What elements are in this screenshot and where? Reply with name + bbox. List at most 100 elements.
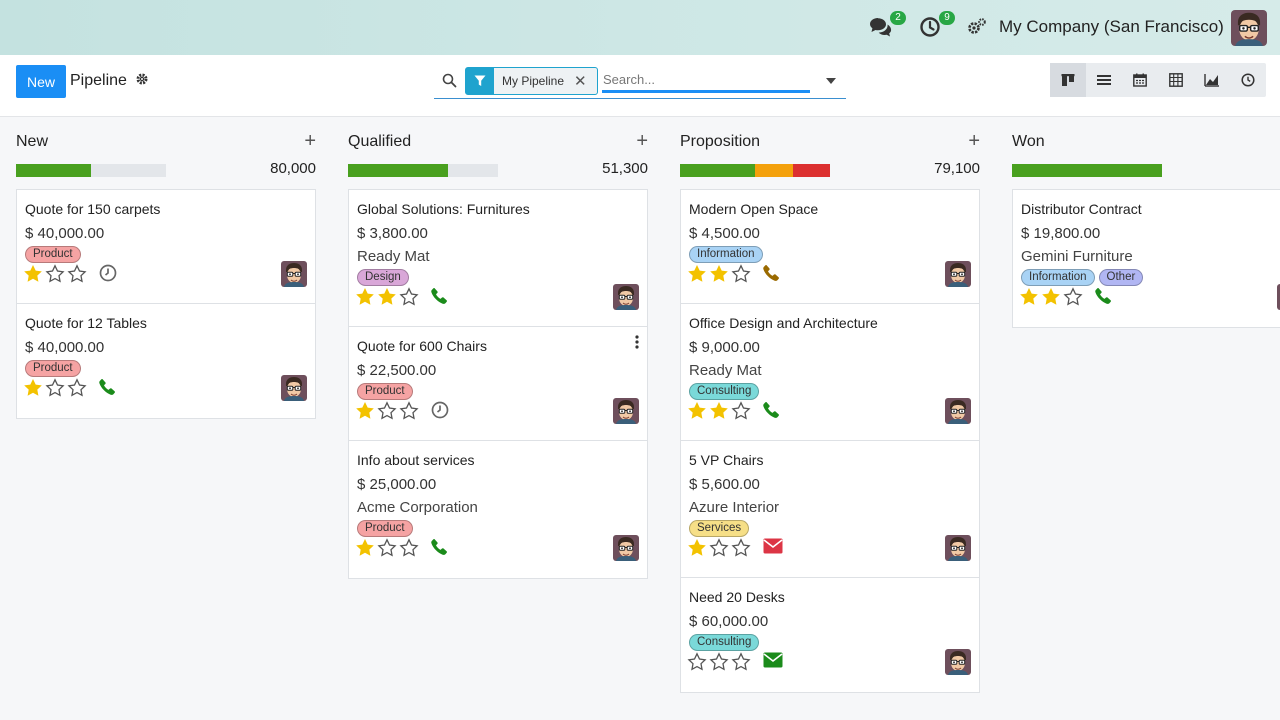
clock-icon[interactable] [99,264,117,282]
progress-segment[interactable] [680,164,755,177]
salesperson-avatar[interactable] [945,261,971,287]
opportunity-card[interactable]: Distributor Contract $ 19,800.00 Gemini Fu… [1013,190,1280,327]
star-empty-icon[interactable] [731,264,751,288]
filter-facet[interactable]: My Pipeline ✕ [465,67,598,95]
phone-icon[interactable] [1095,287,1112,304]
graph-view-icon[interactable] [1194,63,1230,97]
star-empty-icon[interactable] [731,401,751,425]
salesperson-avatar[interactable] [281,375,307,401]
opportunity-card[interactable]: Modern Open Space $ 4,500.00 Information [681,190,979,304]
star-empty-icon[interactable] [709,652,729,676]
star-empty-icon[interactable] [1063,287,1083,311]
salesperson-avatar[interactable] [613,398,639,424]
star-empty-icon[interactable] [45,378,65,402]
messages-count-badge: 2 [890,11,906,25]
column-title[interactable]: Proposition [680,133,760,151]
list-view-icon[interactable] [1086,63,1122,97]
opportunity-card[interactable]: Info about services $ 25,000.00 Acme Corpo… [349,441,647,578]
salesperson-avatar[interactable] [613,535,639,561]
phone-icon[interactable] [431,287,448,304]
star-filled-icon[interactable] [1019,287,1039,311]
phone-icon[interactable] [763,264,780,281]
star-filled-icon[interactable] [709,264,729,288]
switch-company-button[interactable] [964,14,990,40]
star-filled-icon[interactable] [687,264,707,288]
salesperson-avatar[interactable] [945,398,971,424]
pivot-view-icon[interactable] [1158,63,1194,97]
opportunity-card[interactable]: 5 VP Chairs $ 5,600.00 Azure Interior Servi… [681,441,979,578]
opportunity-card[interactable]: Global Solutions: Furnitures $ 3,800.00 Re… [349,190,647,327]
card-amount: $ 40,000.00 [25,339,105,356]
card-partner: Acme Corporation [357,499,478,516]
progress-segment[interactable] [16,164,91,177]
star-filled-icon[interactable] [377,287,397,311]
star-filled-icon[interactable] [687,401,707,425]
column-progress-bar[interactable] [680,164,830,177]
company-name[interactable]: My Company (San Francisco) [999,17,1224,37]
phone-icon[interactable] [763,401,780,418]
column-progress-bar[interactable] [1012,164,1162,177]
star-empty-icon[interactable] [399,538,419,562]
star-filled-icon[interactable] [355,287,375,311]
progress-segment[interactable] [755,164,793,177]
envelope-icon[interactable] [763,538,783,554]
star-empty-icon[interactable] [709,538,729,562]
star-empty-icon[interactable] [45,264,65,288]
salesperson-avatar[interactable] [945,649,971,675]
progress-segment[interactable] [348,164,448,177]
star-filled-icon[interactable] [355,538,375,562]
opportunity-card[interactable]: Office Design and Architecture $ 9,000.00… [681,304,979,441]
star-empty-icon[interactable] [67,378,87,402]
column-progress-bar[interactable] [348,164,498,177]
card-menu-kebab-icon[interactable] [635,335,639,354]
calendar-view-icon[interactable] [1122,63,1158,97]
phone-icon[interactable] [431,538,448,555]
new-button[interactable]: New [16,65,66,98]
kanban-view-icon[interactable] [1050,63,1086,97]
opportunity-card[interactable]: Need 20 Desks $ 60,000.00 Consulting [681,578,979,692]
star-filled-icon[interactable] [1041,287,1061,311]
salesperson-avatar[interactable] [613,284,639,310]
remove-facet-icon[interactable]: ✕ [574,72,597,90]
search-icon[interactable] [442,73,457,93]
star-empty-icon[interactable] [399,401,419,425]
star-filled-icon[interactable] [709,401,729,425]
quick-create-plus-icon[interactable]: + [968,131,980,151]
activity-view-clock-icon[interactable] [1230,63,1266,97]
star-filled-icon[interactable] [687,538,707,562]
opportunity-card[interactable]: Quote for 150 carpets $ 40,000.00 Product [17,190,315,304]
messages-button[interactable]: 2 [868,11,906,40]
search-options-chevron-down-icon[interactable] [826,78,836,84]
star-empty-icon[interactable] [731,538,751,562]
column-cards: Global Solutions: Furnitures $ 3,800.00 Re… [348,189,648,579]
star-empty-icon[interactable] [687,652,707,676]
star-empty-icon[interactable] [399,287,419,311]
star-empty-icon[interactable] [67,264,87,288]
salesperson-avatar[interactable] [945,535,971,561]
phone-icon[interactable] [99,378,116,395]
page-title[interactable]: Pipeline [70,72,127,90]
column-progress-bar[interactable] [16,164,166,177]
column-title[interactable]: Qualified [348,133,411,151]
search-input[interactable] [602,69,810,93]
star-filled-icon[interactable] [23,378,43,402]
quick-create-plus-icon[interactable]: + [636,131,648,151]
column-title[interactable]: Won [1012,133,1045,151]
progress-segment[interactable] [793,164,830,177]
salesperson-avatar[interactable] [281,261,307,287]
user-avatar[interactable] [1231,10,1267,46]
progress-segment[interactable] [1012,164,1162,177]
star-filled-icon[interactable] [23,264,43,288]
clock-icon[interactable] [431,401,449,419]
star-empty-icon[interactable] [731,652,751,676]
opportunity-card[interactable]: Quote for 12 Tables $ 40,000.00 Product [17,304,315,418]
star-empty-icon[interactable] [377,538,397,562]
star-empty-icon[interactable] [377,401,397,425]
quick-create-plus-icon[interactable]: + [304,131,316,151]
star-filled-icon[interactable] [355,401,375,425]
envelope-icon[interactable] [763,652,783,668]
column-title[interactable]: New [16,133,48,151]
activities-button[interactable]: 9 [917,11,955,40]
settings-gear-icon[interactable] [135,72,149,91]
opportunity-card[interactable]: Quote for 600 Chairs $ 22,500.00 Product [349,327,647,441]
